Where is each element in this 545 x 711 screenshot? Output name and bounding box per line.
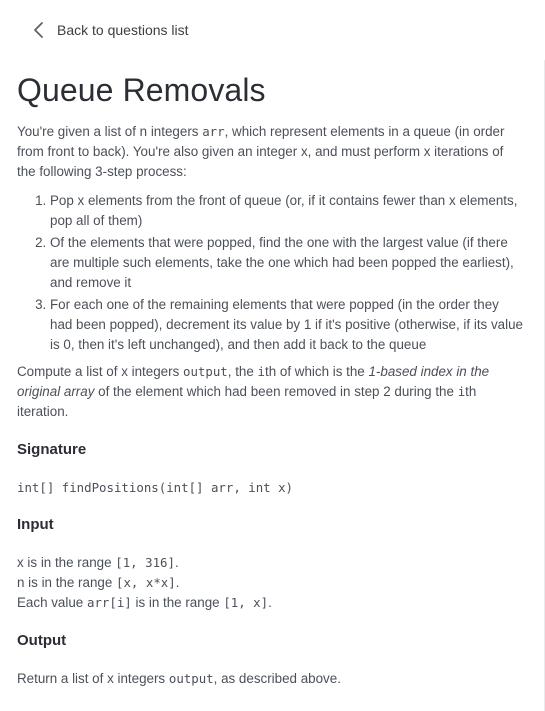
input-constraints: x is in the range [1, 316]. n is in the …	[17, 553, 523, 613]
back-to-questions-link[interactable]: Back to questions list	[33, 21, 189, 39]
inline-code: i	[257, 364, 266, 379]
chevron-left-icon	[33, 21, 45, 39]
signature-heading: Signature	[17, 441, 87, 458]
function-signature: int[] findPositions(int[] arr, int x)	[17, 480, 294, 495]
constraint-arr: Each value arr[i] is in the range [1, x]…	[17, 595, 272, 610]
output-heading: Output	[17, 632, 67, 649]
input-heading: Input	[17, 516, 54, 533]
step-1: Pop x elements from the front of queue (…	[50, 191, 523, 231]
problem-content: Queue Removals You're given a list of n …	[17, 66, 523, 689]
inline-code: output	[183, 364, 228, 379]
step-3: For each one of the remaining elements t…	[50, 295, 523, 355]
problem-intro: You're given a list of n integers arr, w…	[17, 124, 505, 179]
step-2: Of the elements that were popped, find t…	[50, 233, 523, 293]
back-link-label: Back to questions list	[57, 22, 189, 38]
compute-description: Compute a list of x integers output, the…	[17, 364, 490, 419]
problem-title: Queue Removals	[17, 72, 266, 108]
inline-code: arr	[202, 124, 225, 139]
process-steps-list: Pop x elements from the front of queue (…	[17, 191, 523, 355]
constraint-x: x is in the range [1, 316].	[17, 555, 179, 570]
constraint-n: n is in the range [x, x*x].	[17, 575, 180, 590]
output-description: Return a list of x integers output, as d…	[17, 671, 341, 686]
